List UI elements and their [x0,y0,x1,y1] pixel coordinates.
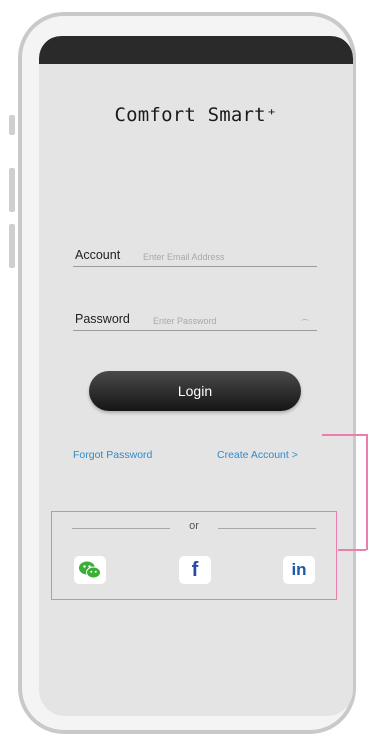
show-password-icon[interactable] [301,319,309,324]
account-field[interactable]: Account [73,244,317,267]
annotation-line-vertical [366,434,368,550]
app-screen: Comfort Smart⁺ Account Password Login Fo… [39,36,353,716]
phone-side-button [9,115,15,135]
annotation-line-social [338,549,366,551]
account-input[interactable] [143,250,313,264]
divider-line-right [218,528,316,529]
or-label: or [189,520,199,532]
facebook-glyph: f [191,558,199,581]
password-field[interactable]: Password [73,308,317,331]
linkedin-glyph: in [291,560,307,579]
annotation-line-create-account [322,434,366,436]
status-bar [39,36,353,64]
wechat-icon[interactable] [74,556,106,584]
account-label: Account [75,248,121,262]
login-button[interactable]: Login [89,371,301,411]
app-title: Comfort Smart⁺ [114,104,278,126]
phone-volume-up-button [9,168,15,212]
create-account-link[interactable]: Create Account > [217,449,298,461]
phone-volume-down-button [9,224,15,268]
forgot-password-link[interactable]: Forgot Password [73,449,152,461]
password-label: Password [75,312,130,326]
linkedin-icon[interactable]: in [283,556,315,584]
facebook-icon[interactable]: f [179,556,211,584]
password-input[interactable] [153,314,293,328]
social-login-box: or f in [51,511,337,600]
